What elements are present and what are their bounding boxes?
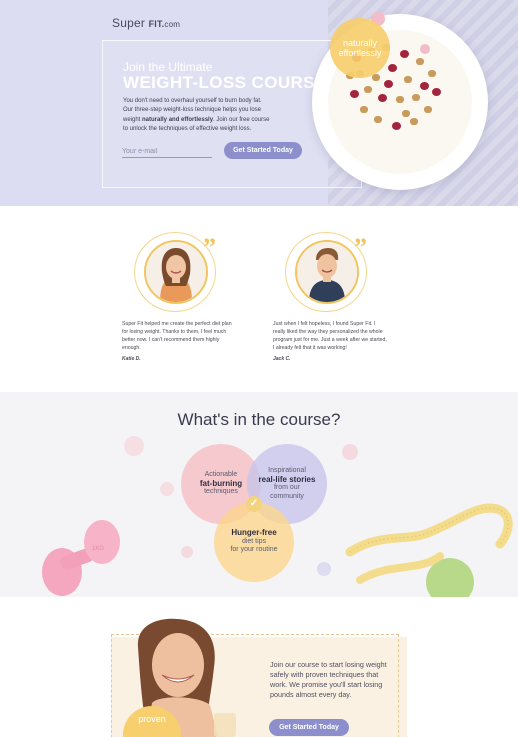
raspberry	[378, 94, 387, 102]
quote-icon: ”	[203, 233, 216, 262]
bubble-hunger-free: Hunger-free diet tips for your routine	[214, 502, 294, 582]
bubble-hunger-free-bold: Hunger-free	[231, 528, 277, 538]
woman-portrait-icon	[146, 242, 206, 302]
course-section: What's in the course? 1KG Actionable fat…	[0, 392, 518, 597]
brand-name-bold: FIT.	[148, 19, 165, 29]
granola-piece	[412, 94, 420, 101]
decor-dot	[124, 436, 144, 456]
raspberry	[420, 82, 429, 90]
bubble-stories-line2: from our	[273, 484, 301, 491]
cta-section: proven Join our course to start losing w…	[0, 597, 518, 737]
quote-icon: ”	[354, 233, 367, 262]
granola-piece	[360, 106, 368, 113]
hero-description: You don't need to overhaul yourself to b…	[123, 97, 273, 135]
raspberry	[350, 90, 359, 98]
decor-dot	[181, 546, 193, 558]
hero-pretitle: Join the Ultimate	[123, 60, 213, 74]
granola-piece	[372, 74, 380, 81]
brand-logo[interactable]: Super FIT.com	[112, 16, 180, 30]
email-input[interactable]	[122, 146, 212, 158]
granola-piece	[424, 106, 432, 113]
bubble-fat-burning-line2: techniques	[204, 488, 238, 496]
decor-dot	[342, 444, 358, 460]
granola-piece	[402, 110, 410, 117]
decor-dot	[160, 482, 174, 496]
hero-section: Super FIT.com Join the Ultimate WEIGHT-L…	[0, 0, 518, 206]
decor-dot	[317, 562, 331, 576]
granola-piece	[396, 96, 404, 103]
avatar-katie	[146, 242, 206, 302]
measuring-tape-image	[345, 503, 513, 597]
granola-piece	[404, 76, 412, 83]
testimonial-quote-jack: Just when I felt hopeless, I found Super…	[273, 321, 387, 351]
bubble-hunger-free-line2: for your routine	[230, 546, 278, 554]
bubble-stories-bold: real-life stories	[258, 474, 316, 484]
avatar-jack	[297, 242, 357, 302]
course-title: What's in the course?	[177, 410, 341, 429]
bubble-fat-burning-bold: fat-burning	[199, 478, 243, 488]
brand-name-light: Super	[112, 16, 146, 30]
natural-badge: naturally effortlessly	[330, 18, 390, 78]
check-icon: ✓	[246, 496, 262, 512]
cta-get-started-button[interactable]: Get Started Today	[269, 719, 349, 736]
man-portrait-icon	[297, 242, 357, 302]
bubble-stories-line3: community	[270, 492, 304, 500]
dumbbell-image: 1KG	[42, 520, 120, 596]
natural-badge-line2: effortlessly	[338, 48, 382, 58]
granola-piece	[364, 86, 372, 93]
dumbbell-label: 1KG	[92, 546, 104, 552]
raspberry	[432, 88, 441, 96]
decor-dot	[420, 44, 430, 54]
bubble-hunger-free-line1: diet tips	[241, 537, 267, 545]
granola-piece	[374, 116, 382, 123]
granola-piece	[428, 70, 436, 77]
testimonial-quote-katie: Super Fit helped me create the perfect d…	[122, 321, 232, 351]
testimonial-author-katie: Katie D.	[122, 356, 141, 362]
testimonials-section: ” Super Fit helped me create the perfect…	[0, 206, 518, 392]
hero-description-bold: naturally and effortlessly	[142, 116, 214, 123]
hero-title: WEIGHT-LOSS COURSE	[123, 73, 327, 92]
testimonial-author-jack: Jack C.	[273, 356, 291, 362]
granola-piece	[416, 58, 424, 65]
granola-piece	[410, 118, 418, 125]
raspberry	[392, 122, 401, 130]
raspberry	[388, 64, 397, 72]
get-started-button[interactable]: Get Started Today	[224, 142, 302, 159]
raspberry	[400, 50, 409, 58]
cta-description: Join our course to start losing weight s…	[270, 660, 387, 699]
brand-name-tld: com	[164, 20, 181, 29]
raspberry	[384, 80, 393, 88]
natural-badge-line1: naturally	[342, 38, 378, 48]
